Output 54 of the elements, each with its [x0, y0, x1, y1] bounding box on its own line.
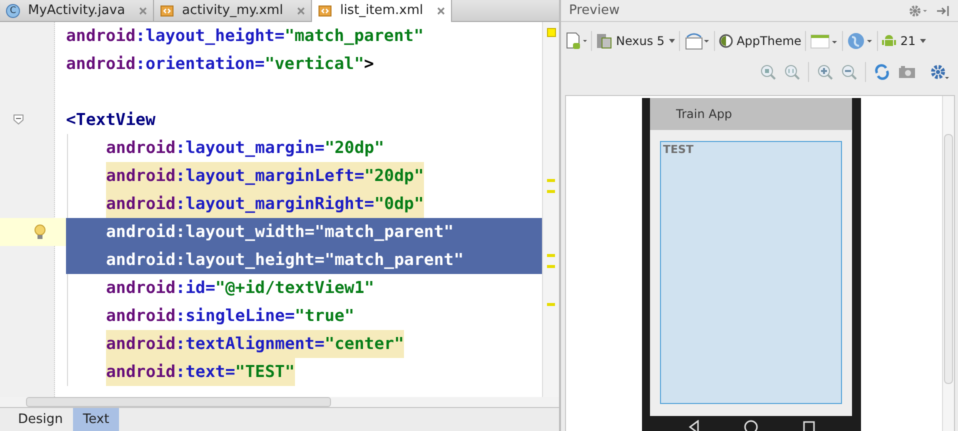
- view-tab[interactable]: Design: [8, 408, 73, 431]
- phone-icon: [596, 33, 612, 49]
- code-line: <TextView: [66, 109, 156, 131]
- back-icon[interactable]: [688, 420, 700, 431]
- code-line: android:id="@+id/textView1": [106, 277, 374, 299]
- app-title: Train App: [676, 106, 732, 123]
- device-icon[interactable]: [565, 32, 587, 50]
- camera-icon[interactable]: [898, 65, 916, 79]
- warning-marker[interactable]: [547, 179, 555, 182]
- pin-icon[interactable]: [937, 4, 950, 16]
- api-level-dropdown[interactable]: 21: [882, 32, 926, 50]
- text-view-label: TEST: [663, 143, 694, 156]
- code-line: android:singleLine="true": [106, 305, 354, 327]
- warning-marker[interactable]: [547, 265, 555, 268]
- zoom-in-icon[interactable]: [817, 64, 833, 80]
- warning-marker[interactable]: [547, 303, 555, 306]
- code-line: android:layout_width="match_parent": [106, 221, 454, 243]
- zoom-actual-icon[interactable]: [784, 64, 800, 80]
- layout-icon[interactable]: [810, 33, 838, 49]
- horizontal-scrollbar[interactable]: [26, 397, 331, 407]
- close-icon[interactable]: [297, 7, 306, 15]
- warning-marker[interactable]: [547, 190, 555, 193]
- class-icon: C: [6, 4, 20, 18]
- editor-tab[interactable]: activity_my.xml: [154, 0, 312, 22]
- settings-icon[interactable]: [909, 4, 929, 16]
- settings-icon[interactable]: [930, 64, 950, 80]
- orientation-icon[interactable]: [684, 32, 710, 50]
- theme-button[interactable]: AppTheme: [718, 32, 802, 50]
- editor-tab[interactable]: list_item.xml: [312, 0, 452, 22]
- lightbulb-icon[interactable]: [34, 224, 46, 240]
- vertical-scrollbar[interactable]: [944, 134, 953, 384]
- code-line: android:layout_height="match_parent": [106, 249, 464, 271]
- xml-file-icon: [160, 4, 174, 18]
- code-line: android:orientation="vertical">: [66, 53, 374, 75]
- close-icon[interactable]: [139, 7, 148, 15]
- zoom-out-icon[interactable]: [841, 64, 857, 80]
- xml-file-icon: [318, 4, 332, 18]
- close-icon[interactable]: [437, 7, 446, 15]
- code-line: android:layout_height="match_parent": [66, 25, 424, 47]
- code-line: android:layout_margin="20dp": [106, 137, 384, 159]
- recents-icon[interactable]: [802, 420, 815, 431]
- caret-icon: [668, 39, 675, 43]
- caret-icon: [920, 39, 926, 43]
- device-dropdown[interactable]: Nexus 5: [596, 32, 675, 50]
- zoom-fit-icon[interactable]: [760, 64, 776, 80]
- panel-title: Preview: [569, 2, 620, 20]
- theme-icon: [718, 34, 733, 48]
- refresh-icon[interactable]: [874, 64, 890, 80]
- home-icon[interactable]: [744, 420, 758, 431]
- android-icon: [882, 33, 896, 49]
- warning-marker[interactable]: [546, 28, 556, 37]
- warning-marker[interactable]: [547, 254, 555, 257]
- text-view[interactable]: TEST: [660, 141, 842, 404]
- view-tab[interactable]: Text: [72, 408, 120, 431]
